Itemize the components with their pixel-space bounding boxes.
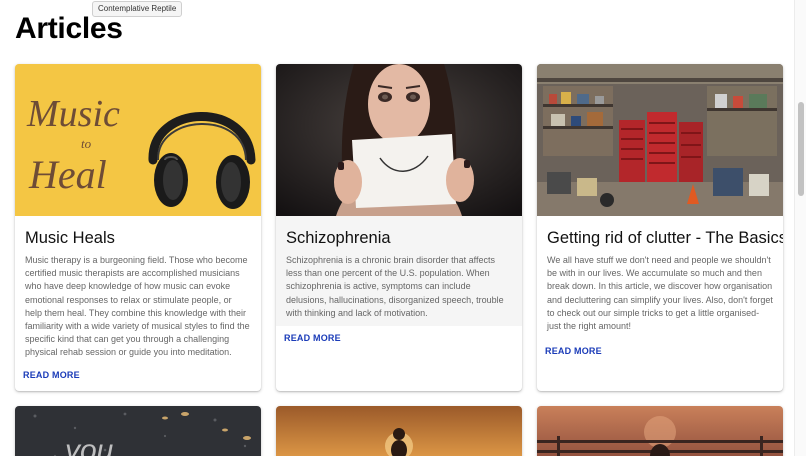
read-more-button[interactable]: READ MORE [23,370,80,380]
card-title: Music Heals [25,229,115,247]
pier-image[interactable] [537,406,783,456]
card-text: Schizophrenia is a chronic brain disorde… [286,255,504,318]
heal-lettering: Heal [28,152,107,197]
card-title: Schizophrenia [286,229,391,247]
card-title: Getting rid of clutter - The Basics [547,229,783,247]
card-content: Getting rid of clutter - The Basics We a… [537,216,783,339]
schizophrenia-image[interactable] [276,64,522,216]
music-heals-image[interactable]: Music to Heal [15,64,261,216]
article-card-lower-1[interactable]: you [15,406,261,456]
card-text: We all have stuff we don't need and peop… [547,255,773,332]
article-card-lower-2[interactable] [276,406,522,456]
vertical-scrollbar[interactable] [794,0,806,456]
card-content: Schizophrenia Schizophrenia is a chronic… [276,216,522,327]
card-content: Music Heals Music therapy is a burgeonin… [15,216,261,366]
article-card-lower-3[interactable] [537,406,783,456]
article-card-clutter[interactable]: Getting rid of clutter - The Basics We a… [537,64,783,391]
article-card-music-heals[interactable]: Music to Heal Music Heals Music therapy … [15,64,261,391]
music-lettering: Music [26,93,120,135]
you-chalk-lettering: you [63,434,114,456]
scrollbar-thumb[interactable] [798,102,804,196]
clutter-image[interactable] [537,64,783,216]
article-card-schizophrenia[interactable]: Schizophrenia Schizophrenia is a chronic… [276,64,522,391]
sunset-image[interactable] [276,406,522,456]
paper-icon [352,134,456,208]
pavement-image[interactable]: you [15,406,261,456]
read-more-button[interactable]: READ MORE [545,346,602,356]
page-title: Articles [15,12,123,45]
read-more-button[interactable]: READ MORE [284,333,341,343]
card-text: Music therapy is a burgeoning field. Tho… [25,255,250,358]
to-lettering: to [81,136,92,151]
page: Contemplative Reptile Articles Music to … [0,0,806,456]
